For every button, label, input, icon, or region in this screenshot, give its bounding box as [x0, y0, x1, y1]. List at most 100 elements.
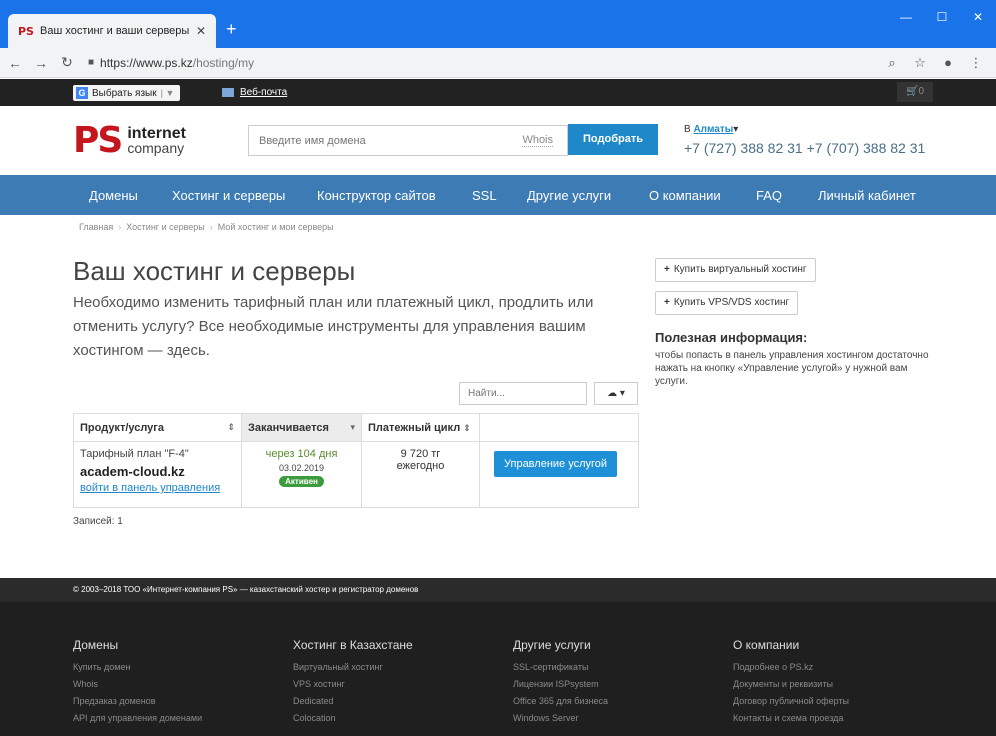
- copyright: © 2003–2018 ТОО «Интернет-компания PS» —…: [73, 585, 419, 594]
- address-bar[interactable]: ■ https://www.ps.kz/hosting/my: [88, 52, 878, 74]
- footer-link[interactable]: Предзаказ доменов: [73, 696, 202, 713]
- footer-link[interactable]: Купить домен: [73, 662, 202, 679]
- sort-icon: ⇕: [463, 422, 471, 433]
- footer-link[interactable]: Документы и реквизиты: [733, 679, 849, 696]
- manage-service-button[interactable]: Управление услугой: [494, 451, 618, 477]
- logo[interactable]: PS internet company: [73, 123, 186, 159]
- col-billing-cycle[interactable]: Платежный цикл ⇕: [361, 413, 480, 442]
- new-tab-icon[interactable]: +: [226, 20, 237, 38]
- breadcrumb-hosting[interactable]: Хостинг и серверы: [126, 222, 205, 232]
- nav-item-about[interactable]: О компании: [649, 188, 721, 203]
- export-button[interactable]: ☁ ▾: [594, 382, 638, 405]
- nav-item-other-services[interactable]: Другие услуги: [527, 188, 611, 203]
- account-icon[interactable]: ●: [934, 55, 962, 70]
- nav-item-site-builder[interactable]: Конструктор сайтов: [317, 188, 436, 203]
- footer-link[interactable]: Whois: [73, 679, 202, 696]
- footer-link[interactable]: Договор публичной оферты: [733, 696, 849, 713]
- browser-titlebar: PS Ваш хостинг и ваши серверы ✕ + — ☐ ✕: [0, 0, 996, 48]
- footer-link[interactable]: Виртуальный хостинг: [293, 662, 413, 679]
- browser-tab[interactable]: PS Ваш хостинг и ваши серверы ✕: [8, 14, 216, 48]
- nav-item-account[interactable]: Личный кабинет: [818, 188, 916, 203]
- star-icon[interactable]: ☆: [906, 55, 934, 71]
- footer-col-other: Другие услуги SSL-сертификаты Лицензии I…: [513, 638, 608, 730]
- billing-cycle: ежегодно: [396, 460, 445, 472]
- whois-link[interactable]: Whois: [522, 134, 553, 147]
- menu-icon[interactable]: ⋮: [962, 55, 990, 71]
- footer-link[interactable]: Контакты и схема проезда: [733, 713, 849, 730]
- back-icon[interactable]: ←: [4, 55, 26, 71]
- page-lead: Необходимо изменить тарифный план или пл…: [73, 294, 594, 359]
- maximize-icon[interactable]: ☐: [924, 10, 960, 24]
- footer-col-domains: Домены Купить домен Whois Предзаказ доме…: [73, 638, 202, 730]
- cart-button[interactable]: 🛒0: [897, 82, 933, 102]
- webmail-link[interactable]: Веб-почта: [222, 87, 287, 98]
- close-icon[interactable]: ✕: [196, 24, 206, 38]
- status-badge: Активен: [279, 476, 324, 487]
- cloud-icon: ☁: [607, 388, 618, 399]
- close-window-icon[interactable]: ✕: [960, 10, 996, 24]
- buy-vps-label: Купить VPS/VDS хостинг: [673, 297, 790, 308]
- sort-icon: ⇕: [227, 421, 235, 432]
- footer-link[interactable]: VPS хостинг: [293, 679, 413, 696]
- city-link[interactable]: Алматы: [693, 124, 733, 135]
- site-top-strip: G Выбрать язык | ▼ Веб-почта 🛒0: [0, 79, 996, 106]
- col-expires[interactable]: Заканчивается ▾: [241, 413, 362, 442]
- window-controls: — ☐ ✕: [888, 10, 996, 24]
- services-table: Продукт/услуга ⇕ Заканчивается ▾ Платежный…: [73, 413, 639, 508]
- footer-heading: О компании: [733, 638, 800, 652]
- nav-item-ssl[interactable]: SSL: [472, 188, 497, 203]
- info-title: Полезная информация:: [655, 330, 808, 345]
- lock-icon: ■: [88, 57, 95, 68]
- nav-item-faq[interactable]: FAQ: [756, 188, 782, 203]
- city-selector: В Алматы▾: [684, 124, 738, 135]
- table-row: Тарифный план "F-4" academ-cloud.kz войт…: [73, 441, 639, 508]
- plan-name: Тарифный план "F-4": [80, 448, 189, 460]
- footer-link[interactable]: Windows Server: [513, 713, 608, 730]
- language-button[interactable]: G Выбрать язык | ▼: [73, 85, 181, 101]
- url-path: /hosting/my: [192, 55, 255, 70]
- sort-desc-icon: ▾: [350, 421, 355, 432]
- footer-copyright-bar: © 2003–2018 ТОО «Интернет-компания PS» —…: [0, 578, 996, 602]
- control-panel-link[interactable]: войти в панель управления: [80, 482, 235, 494]
- col-expires-label: Заканчивается: [248, 421, 329, 434]
- footer-link[interactable]: SSL-сертификаты: [513, 662, 608, 679]
- page-title: Ваш хостинг и серверы: [73, 256, 356, 286]
- col-product[interactable]: Продукт/услуга ⇕: [73, 413, 242, 442]
- plus-icon: +: [664, 264, 670, 275]
- reload-icon[interactable]: ↻: [56, 54, 78, 71]
- buy-vps-button[interactable]: + Купить VPS/VDS хостинг: [655, 291, 799, 315]
- zoom-icon[interactable]: ⌕: [878, 55, 906, 71]
- language-label: Выбрать язык: [92, 87, 157, 99]
- buy-virtual-hosting-button[interactable]: + Купить виртуальный хостинг: [655, 258, 816, 282]
- table-search-input[interactable]: [459, 382, 587, 405]
- footer-link[interactable]: Подробнее о PS.kz: [733, 662, 849, 679]
- pick-domain-button[interactable]: Подобрать: [568, 124, 658, 155]
- browser-toolbar: ← → ↻ ■ https://www.ps.kz/hosting/my ⌕ ☆…: [0, 48, 996, 78]
- footer-link[interactable]: Office 365 для бизнеса: [513, 696, 608, 713]
- domain-search: Whois: [248, 125, 568, 156]
- breadcrumb-home[interactable]: Главная: [79, 222, 113, 232]
- footer: Домены Купить домен Whois Предзаказ доме…: [0, 602, 996, 736]
- col-actions: [479, 413, 639, 442]
- footer-link[interactable]: Colocation: [293, 713, 413, 730]
- price: 9 720 тг: [400, 448, 441, 460]
- footer-link[interactable]: Dedicated: [293, 696, 413, 713]
- chevron-down-icon: ▾: [733, 124, 739, 135]
- phone-numbers: +7 (727) 388 82 31 +7 (707) 388 82 31: [684, 140, 926, 156]
- nav-item-domains[interactable]: Домены: [89, 188, 138, 203]
- footer-col-about: О компании Подробнее о PS.kz Документы и…: [733, 638, 849, 730]
- plus-icon: +: [664, 297, 670, 308]
- breadcrumb-current: Мой хостинг и мои серверы: [217, 222, 334, 232]
- logo-mark: PS: [73, 120, 123, 161]
- domain-search-input[interactable]: [249, 126, 523, 155]
- logo-line2: company: [127, 140, 185, 156]
- logo-line1: internet: [127, 125, 186, 142]
- footer-link[interactable]: Лицензии ISPsystem: [513, 679, 608, 696]
- forward-icon[interactable]: →: [30, 55, 52, 71]
- footer-heading: Хостинг в Казахстане: [293, 638, 413, 652]
- records-count: Записей: 1: [73, 516, 123, 527]
- footer-link[interactable]: API для управления доменами: [73, 713, 202, 730]
- nav-item-hosting[interactable]: Хостинг и серверы: [172, 188, 285, 203]
- url-host: https://www.ps.kz: [100, 55, 193, 70]
- minimize-icon[interactable]: —: [888, 10, 924, 24]
